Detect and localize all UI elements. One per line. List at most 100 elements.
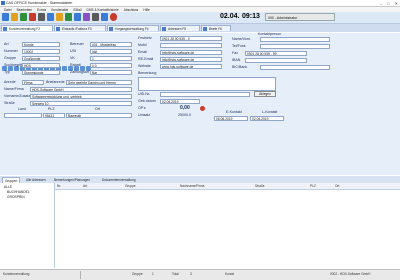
close-icon[interactable]: ✕	[395, 1, 398, 6]
tree-item-grosprin[interactable]: GROSPRIN	[7, 195, 25, 200]
help-icon[interactable]	[101, 13, 108, 21]
ust-select[interactable]: inkl.	[90, 49, 132, 54]
reemail-field[interactable]: info@hds-software.de	[160, 57, 222, 62]
kname-label: Name/Vorn.	[232, 37, 251, 41]
ekontakt-field[interactable]: 06.06.2019	[214, 116, 248, 121]
telfunk-field[interactable]	[260, 44, 330, 49]
col-ort[interactable]: Ort	[335, 183, 339, 189]
chart-icon[interactable]	[83, 13, 90, 21]
window-title: CAS OFFICE Kundenakte - Stammdateien	[6, 1, 73, 5]
tab-kundenverwaltung[interactable]: Kundenverwaltung F2	[1, 25, 53, 31]
gruppe-select[interactable]: Großkunde	[22, 56, 60, 61]
art-label: Art	[4, 42, 9, 46]
letter-icon	[203, 27, 207, 31]
main-toolbar: 02.04. 09:13 000 - Administrator	[0, 12, 400, 24]
exit-icon[interactable]	[110, 13, 117, 21]
website-label: Website	[138, 64, 151, 68]
reemail-label: RE-Email	[138, 57, 154, 61]
kname-field[interactable]	[260, 37, 330, 42]
lkontakt-label: L-Kontakt	[262, 110, 278, 114]
customers-icon	[3, 27, 7, 31]
land-select[interactable]	[4, 113, 42, 118]
mail-record-icon[interactable]	[62, 66, 67, 71]
nummer-field[interactable]: 10002	[22, 49, 60, 54]
maximize-icon[interactable]: □	[387, 1, 389, 6]
calendar-icon[interactable]	[74, 13, 81, 21]
col-plz[interactable]: PLZ	[310, 183, 316, 189]
betreuer-label: Betreuer	[70, 42, 84, 46]
tab-vorgang[interactable]: Vorgangsverwaltung F4	[107, 25, 159, 31]
op-value: 0,00	[180, 105, 190, 111]
col-nachname[interactable]: Nachname/Firma	[180, 183, 204, 189]
status-separator	[80, 271, 81, 279]
land-label: Land	[18, 107, 26, 111]
app-icon	[1, 1, 5, 5]
settings-icon[interactable]	[92, 13, 99, 21]
bemerkung-textarea[interactable]	[138, 77, 276, 91]
iban-field[interactable]	[245, 58, 307, 63]
delete-icon[interactable]	[29, 13, 36, 21]
vorname-field[interactable]: Softwareentwicklung und -vertrieb	[30, 94, 132, 99]
website-field[interactable]: www.hds-software.de	[160, 64, 222, 69]
briefanrede-label: Briefanrede	[46, 80, 65, 84]
status-total-label: Total	[172, 272, 179, 276]
anrede-select[interactable]: Firma	[22, 80, 44, 85]
strasse-field[interactable]: Seeweg 10	[30, 101, 132, 106]
name-field[interactable]: HDS-Software GmbH	[30, 87, 132, 92]
open-icon[interactable]	[11, 13, 18, 21]
uid-field[interactable]	[160, 92, 250, 97]
grid-header: Nr. Art Gruppe Nachname/Firma Straße PLZ…	[55, 183, 400, 190]
tab-einkauf[interactable]: Einkaufs-/Faktura F3	[54, 25, 106, 31]
print-icon[interactable]	[38, 13, 45, 21]
tab-briefe[interactable]: Briefe F6	[201, 25, 231, 31]
festnetz-field[interactable]: 0921 28 00 535 - 0	[160, 36, 222, 41]
fax-field[interactable]: 0921 28 00 535 - 99	[245, 51, 307, 56]
zahlungsart-select[interactable]: Bar	[90, 70, 132, 75]
col-nr[interactable]: Nr.	[57, 183, 61, 189]
betreuer-select[interactable]: 001 - Musterfrau	[90, 42, 132, 47]
lkontakt-field[interactable]: 02.04.2019	[250, 116, 284, 121]
status-record: 0002 - HDS-Software GmbH	[330, 272, 371, 276]
status-bar: Kundenverwaltung Gruppe 1 Total 3 Kunde …	[0, 269, 400, 280]
typ-select[interactable]: Stammkunde	[22, 70, 60, 75]
ort-field[interactable]: Bayreuth	[66, 113, 132, 118]
geb-field[interactable]: 02.04.2019	[160, 99, 200, 104]
mail-icon[interactable]	[56, 13, 63, 21]
vorname-label: Vorname/Zusatz	[4, 94, 31, 98]
email-field[interactable]: info@hds-software.de	[160, 50, 222, 55]
typ-label: Typ	[4, 70, 10, 74]
nummer-label: Nummer	[4, 49, 18, 53]
mobil-field[interactable]	[160, 43, 222, 48]
status-module: Kundenverwaltung	[3, 272, 30, 276]
umsatz-value: 25000,0	[178, 113, 191, 117]
col-gruppe[interactable]: Gruppe	[125, 183, 136, 189]
geb-label: Geb.datum	[138, 99, 156, 103]
festnetz-label: Festnetz	[138, 36, 152, 40]
briefanrede-field[interactable]: Sehr geehrte Damen und Herren	[66, 80, 132, 85]
minimize-icon[interactable]: –	[380, 1, 382, 6]
ablegen-button[interactable]: Ablegen	[254, 91, 276, 97]
col-strasse[interactable]: Straße	[255, 183, 265, 189]
email-label: Email	[138, 50, 147, 54]
iban-label: IBAN	[232, 58, 241, 62]
phone-icon[interactable]	[65, 13, 72, 21]
bic-field[interactable]	[260, 65, 330, 70]
rabatt-field[interactable]: 0,0	[90, 63, 132, 68]
search-icon[interactable]	[47, 13, 54, 21]
suchbegriff-field[interactable]: HDS	[22, 63, 60, 68]
art-select[interactable]: Kunde	[22, 42, 60, 47]
bic-label: BIC/Bank	[232, 65, 248, 69]
address-icon	[162, 27, 166, 31]
vk-field[interactable]: 1	[90, 56, 132, 61]
save-icon[interactable]	[20, 13, 27, 21]
tab-adressen[interactable]: Adressen F5	[160, 25, 200, 31]
status-indicator-icon	[200, 106, 205, 111]
plz-field[interactable]: 95431	[43, 113, 65, 118]
suchbegriff-label: Suchbegriff	[4, 63, 23, 67]
op-label: OP's	[138, 106, 146, 110]
new-icon[interactable]	[2, 13, 9, 21]
kontakt-title: Kontaktperson	[258, 32, 282, 36]
col-art[interactable]: Art	[83, 183, 87, 189]
current-user: 000 - Administrator	[265, 13, 335, 21]
fax-label: Fax	[232, 51, 238, 55]
